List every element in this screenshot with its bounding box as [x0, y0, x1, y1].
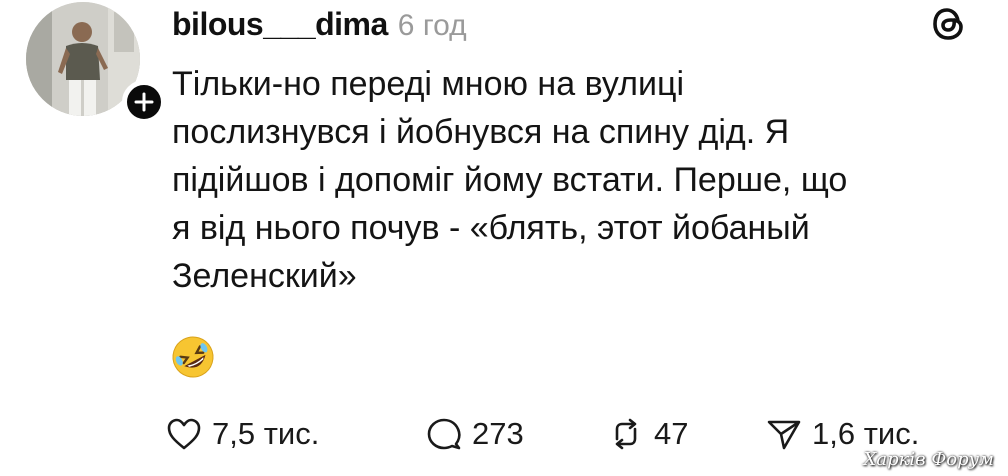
- comment-bubble-icon: [427, 418, 461, 450]
- comment-count: 273: [472, 416, 524, 451]
- post-body-line: Зеленский»: [172, 257, 357, 295]
- watermark: Харків Форум: [863, 449, 994, 470]
- rolling-laughing-emoji-icon: [172, 336, 214, 378]
- threads-post: bilous___dima 6 год Тільки-но переді мно…: [0, 0, 1008, 476]
- threads-logo-icon[interactable]: [930, 4, 968, 44]
- username[interactable]: bilous___dima: [172, 6, 388, 43]
- post-body: Тільки-но переді мною на вулиці послизну…: [172, 60, 972, 300]
- like-button[interactable]: 7,5 тис.: [166, 412, 319, 456]
- repost-count: 47: [654, 416, 689, 451]
- post-body-line: я від нього почув - «блять, этот йобаный: [172, 209, 810, 247]
- repost-button[interactable]: 47: [608, 412, 688, 456]
- post-timestamp: 6 год: [397, 9, 467, 42]
- post-body-line: підійшов і допоміг йому встати. Перше, щ…: [172, 161, 848, 199]
- like-count: 7,5 тис.: [212, 416, 320, 451]
- repost-icon: [615, 418, 637, 450]
- plus-icon: [134, 92, 154, 112]
- post-header: bilous___dima 6 год: [172, 6, 467, 43]
- share-count: 1,6 тис.: [812, 416, 920, 451]
- share-send-icon: [767, 420, 801, 450]
- avatar-container[interactable]: [26, 2, 166, 124]
- comment-button[interactable]: 273: [426, 412, 524, 456]
- follow-plus-button[interactable]: [122, 80, 166, 124]
- post-body-line: Тільки-но переді мною на вулиці: [172, 65, 684, 103]
- heart-icon: [167, 418, 201, 450]
- post-body-line: послизнувся і йобнувся на спину дід. Я: [172, 113, 790, 151]
